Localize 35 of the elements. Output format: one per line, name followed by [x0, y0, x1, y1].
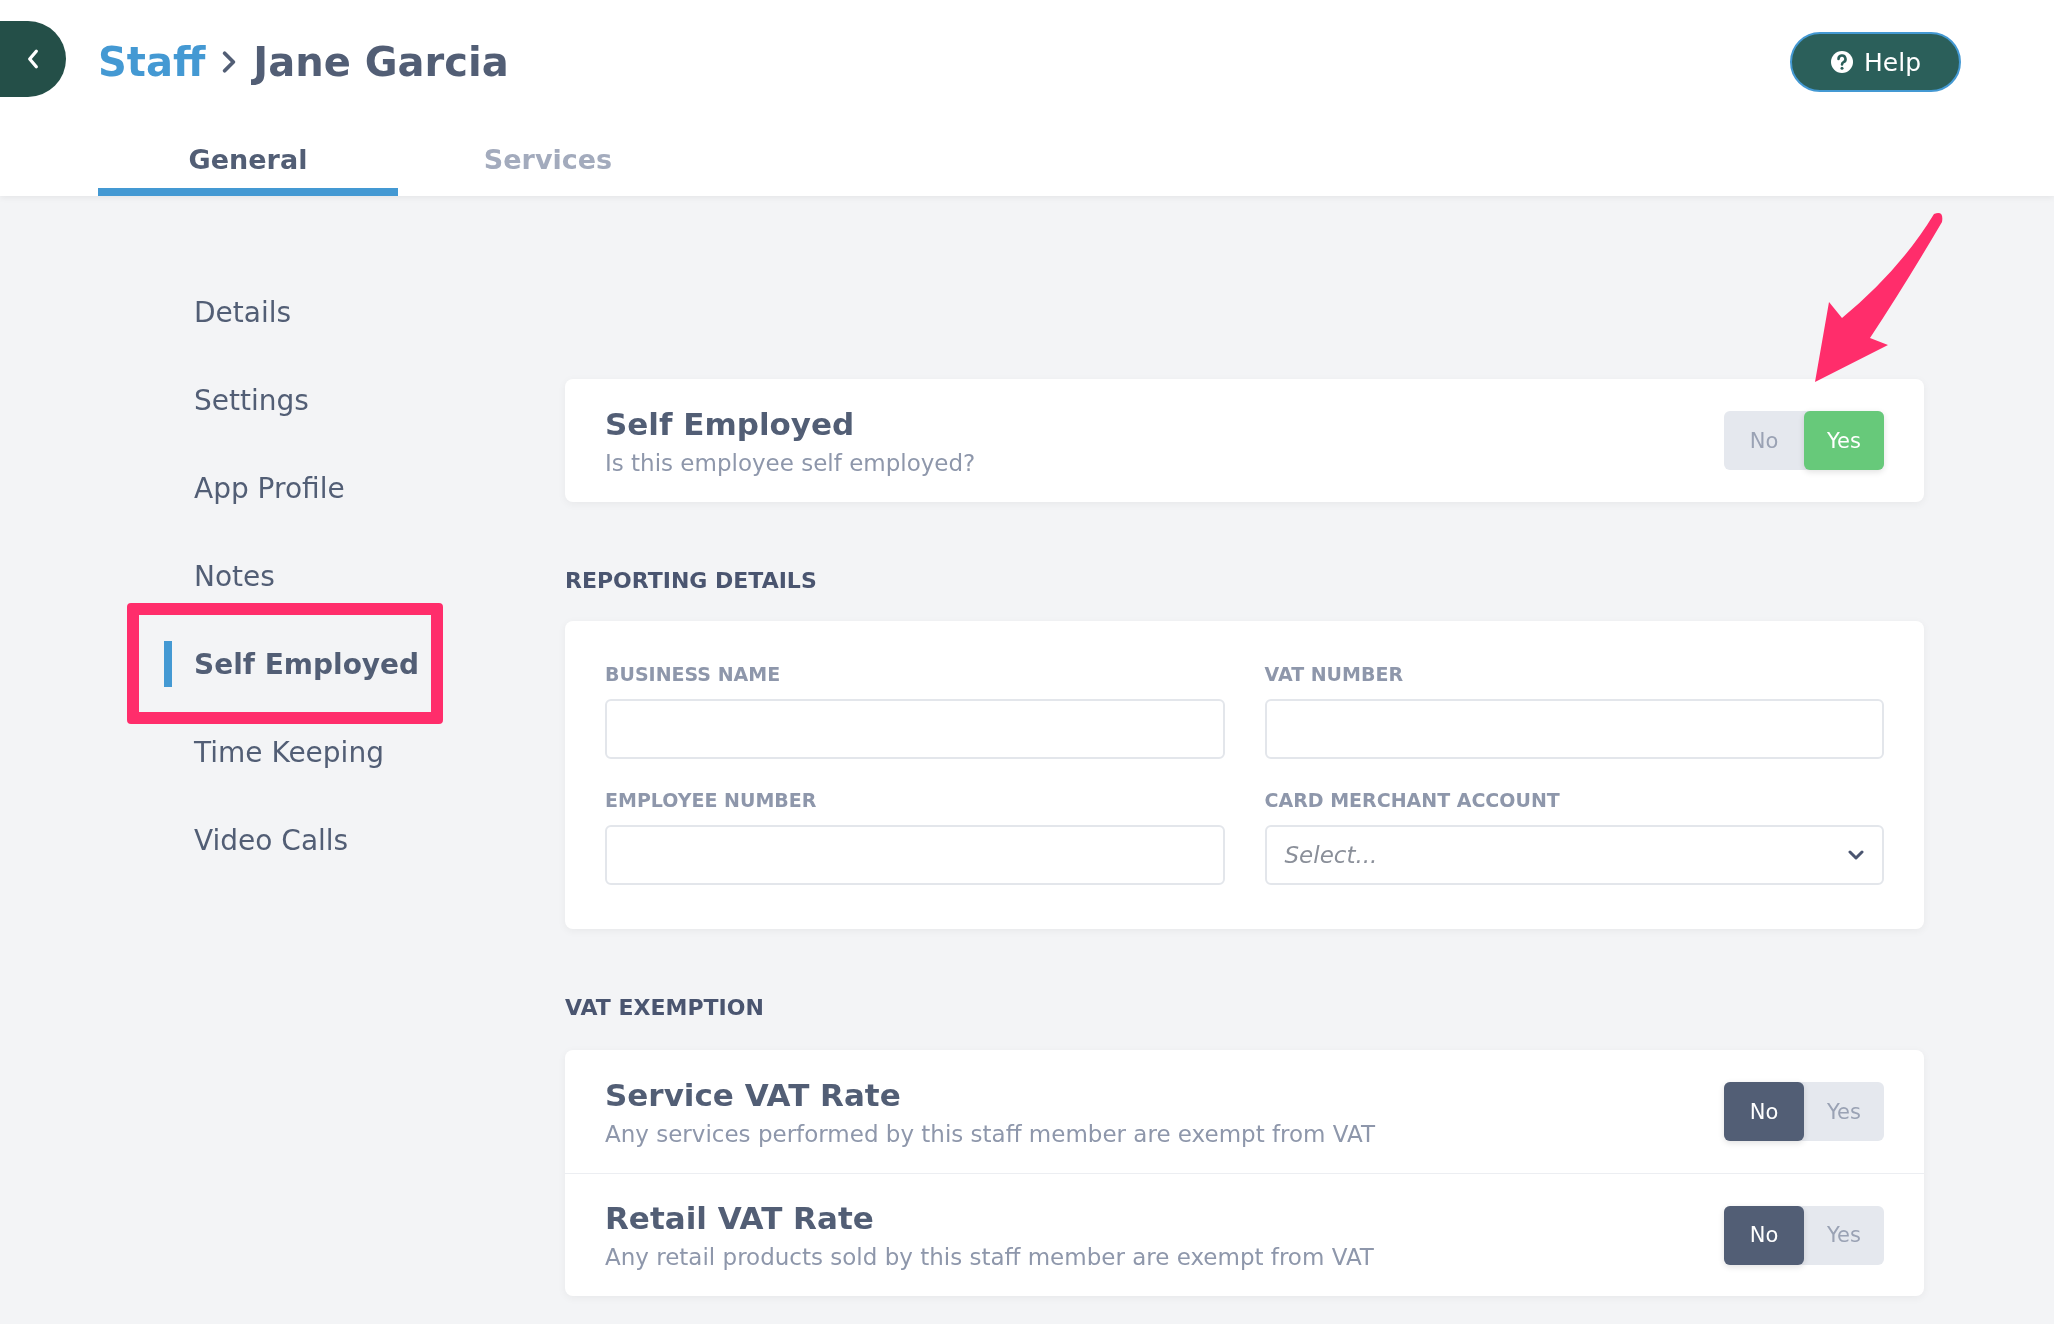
sidebar-item[interactable]: Settings [0, 356, 565, 444]
section-heading: REPORTING DETAILS [565, 568, 818, 593]
sidebar-item[interactable]: Time Keeping [0, 708, 565, 796]
help-button[interactable]: Help [1790, 32, 1961, 92]
field-label: CARD MERCHANT ACCOUNT [1264, 789, 1561, 811]
chevron-down-icon [1848, 850, 1864, 860]
sidebar-item[interactable]: Video Calls [0, 796, 565, 884]
setting-description: Any retail products sold by this staff member are exempt from VAT [605, 1244, 1374, 1270]
section-heading: VAT EXEMPTION [565, 995, 765, 1020]
tab[interactable]: General [98, 130, 398, 196]
chevron-left-icon [26, 48, 40, 70]
input-field[interactable] [605, 825, 1225, 885]
yes-no-toggle[interactable]: No Yes [1724, 1082, 1884, 1141]
input-field[interactable] [605, 699, 1225, 759]
page-title: Jane Garcia [253, 39, 509, 85]
select-field[interactable]: Select... [1264, 825, 1884, 885]
setting-description: Any services performed by this staff member are exempt from VAT [605, 1120, 1376, 1147]
help-icon [1830, 50, 1854, 74]
sidebar-item[interactable]: Details [0, 268, 565, 356]
toggle-option[interactable]: No [1724, 1205, 1804, 1265]
setting-title: Self Employed [605, 405, 856, 442]
input-field[interactable] [1264, 699, 1884, 759]
setting-title: Service VAT Rate [605, 1076, 902, 1113]
field-label: BUSINESS NAME [605, 663, 782, 685]
sidebar-item[interactable]: Notes [0, 532, 565, 620]
setting-title: Retail VAT Rate [605, 1200, 875, 1236]
back-button[interactable] [0, 21, 66, 97]
yes-no-toggle[interactable]: No Yes [1724, 1205, 1884, 1265]
chevron-right-icon [221, 50, 238, 74]
field-label: VAT NUMBER [1264, 663, 1405, 685]
breadcrumb-link[interactable]: Staff [98, 39, 206, 85]
toggle-option[interactable]: No [1724, 1082, 1804, 1141]
field-label: EMPLOYEE NUMBER [605, 789, 818, 811]
setting-description: Is this employee self employed? [605, 449, 976, 476]
sidebar-item[interactable]: App Profile [0, 444, 565, 532]
